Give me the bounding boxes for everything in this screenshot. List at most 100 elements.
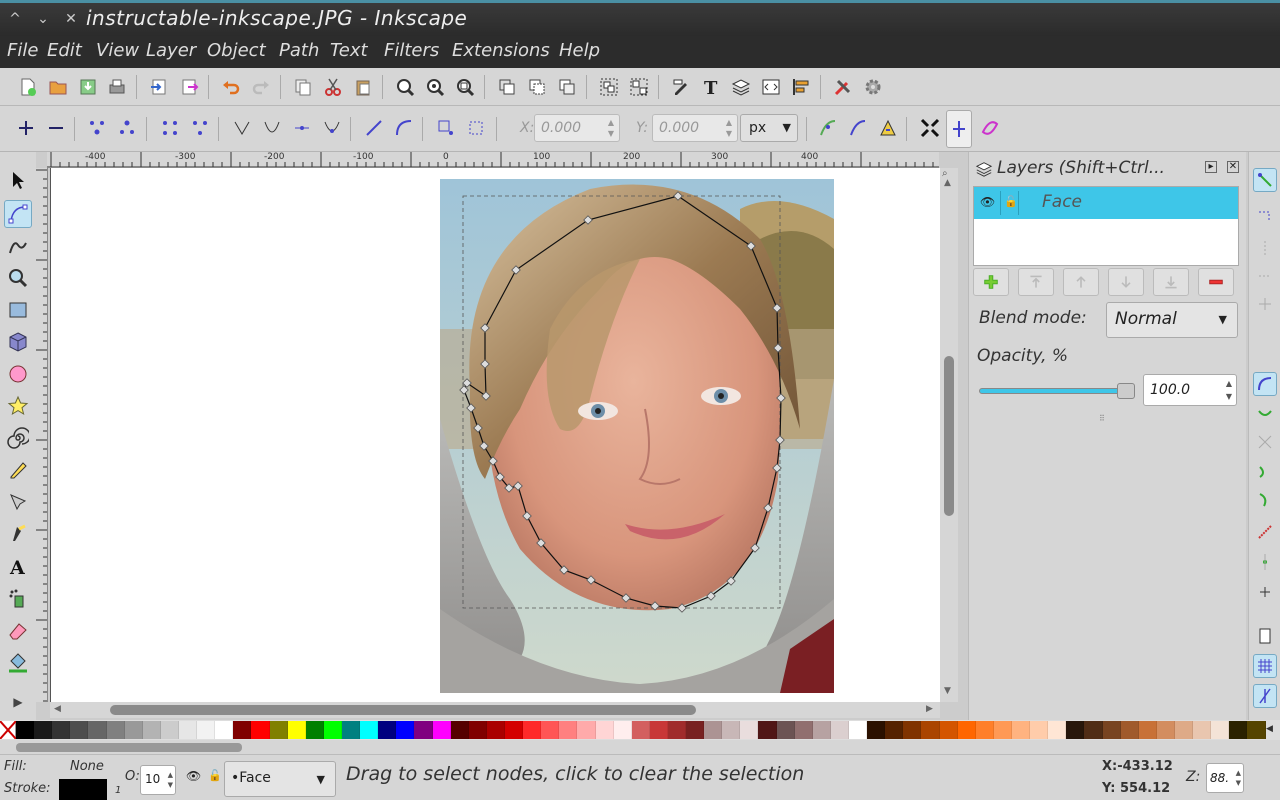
color-swatch[interactable]	[251, 721, 270, 739]
join-segment-icon[interactable]	[158, 116, 182, 140]
palette-menu-icon[interactable]: ◀	[1266, 720, 1280, 740]
spray-tool-icon[interactable]	[4, 584, 32, 612]
symmetric-node-icon[interactable]	[290, 116, 314, 140]
menu-extensions[interactable]: Extensions	[452, 40, 550, 61]
xml-editor-icon[interactable]	[759, 75, 783, 99]
spin-arrows-icon[interactable]: ▲ ▼	[1236, 768, 1241, 788]
color-swatch[interactable]	[649, 721, 668, 739]
rectangle-tool-icon[interactable]	[4, 296, 32, 324]
lower-layer-button[interactable]	[1108, 268, 1144, 296]
color-swatch[interactable]	[450, 721, 469, 739]
zoom-selection-icon[interactable]	[393, 75, 417, 99]
snap-bbox-corners-icon[interactable]	[1253, 264, 1277, 288]
layer-to-bottom-button[interactable]	[1153, 268, 1189, 296]
pencil-tool-icon[interactable]	[4, 456, 32, 484]
window-menu-button[interactable]: ^	[6, 10, 24, 28]
snap-rotation-center-icon[interactable]	[1253, 580, 1277, 604]
spin-arrows-icon[interactable]: ▲ ▼	[605, 117, 617, 139]
zoom-drawing-icon[interactable]	[423, 75, 447, 99]
minimize-button[interactable]: ⌄	[34, 10, 52, 28]
color-swatch[interactable]	[468, 721, 487, 739]
y-coordinate-field[interactable]: 0.000 ▲ ▼	[652, 114, 738, 142]
show-outline-icon[interactable]	[846, 116, 870, 140]
color-swatch[interactable]	[287, 721, 306, 739]
color-swatch[interactable]	[486, 721, 505, 739]
color-swatch[interactable]	[812, 721, 831, 739]
scroll-left-arrow-icon[interactable]: ◀	[54, 704, 61, 714]
vertical-scrollbar[interactable]: ⌕ ▲ ▼	[940, 168, 958, 702]
zoom-input[interactable]: 88. ▲ ▼	[1206, 763, 1244, 793]
snap-bbox-midpoints-icon[interactable]	[1253, 292, 1277, 316]
insert-node-icon[interactable]	[14, 116, 38, 140]
export-icon[interactable]	[177, 75, 201, 99]
delete-layer-button[interactable]	[1198, 268, 1234, 296]
layer-visibility-eye-icon[interactable]: 👁	[186, 769, 201, 783]
gear-icon[interactable]	[861, 75, 885, 99]
text-tool-icon[interactable]: A	[4, 552, 32, 580]
paste-icon[interactable]	[351, 75, 375, 99]
color-swatch[interactable]	[197, 721, 216, 739]
star-tool-icon[interactable]	[4, 392, 32, 420]
color-swatch[interactable]	[1030, 721, 1049, 739]
smooth-node-icon[interactable]	[260, 116, 284, 140]
color-swatch[interactable]	[504, 721, 524, 739]
zoom-tool-icon[interactable]	[4, 264, 32, 292]
color-swatch[interactable]	[903, 721, 922, 739]
layers-icon[interactable]	[729, 75, 753, 99]
object-opacity-input[interactable]: 10 ▲ ▼	[140, 765, 176, 795]
color-swatch[interactable]	[1084, 721, 1103, 739]
spin-arrows-icon[interactable]: ▲ ▼	[723, 117, 735, 139]
menu-help[interactable]: Help	[559, 40, 600, 61]
edit-clip-mask-icon[interactable]	[876, 116, 900, 140]
color-swatch[interactable]	[341, 721, 361, 739]
color-swatch[interactable]	[16, 721, 35, 739]
menu-edit[interactable]: Edit	[47, 40, 82, 61]
join-nodes-icon[interactable]	[85, 116, 109, 140]
import-icon[interactable]	[147, 75, 171, 99]
raise-layer-button[interactable]	[1063, 268, 1099, 296]
color-swatch[interactable]	[523, 721, 542, 739]
color-swatch[interactable]	[1102, 721, 1121, 739]
dock-close-icon[interactable]: ✕	[1227, 161, 1239, 173]
dock-iconify-icon[interactable]: ▸	[1205, 161, 1217, 173]
color-swatch[interactable]	[758, 721, 777, 739]
redo-icon[interactable]	[249, 75, 273, 99]
close-window-button[interactable]: ✕	[62, 10, 80, 28]
fill-value[interactable]: None	[70, 759, 104, 774]
horizontal-scroll-thumb[interactable]	[110, 705, 696, 715]
align-distribute-icon[interactable]	[789, 75, 813, 99]
menu-path[interactable]: Path	[279, 40, 319, 61]
color-swatch[interactable]	[305, 721, 324, 739]
color-swatch[interactable]	[124, 721, 143, 739]
color-swatch[interactable]	[106, 721, 125, 739]
menu-object[interactable]: Object	[207, 40, 266, 61]
opacity-slider-handle[interactable]	[1117, 383, 1135, 399]
stroke-swatch[interactable]	[59, 779, 107, 800]
pen-tool-icon[interactable]	[4, 488, 32, 516]
color-swatch[interactable]	[867, 721, 886, 739]
ungroup-icon[interactable]	[627, 75, 651, 99]
color-swatch[interactable]	[849, 721, 868, 739]
snap-centers-icon[interactable]	[1253, 550, 1277, 574]
color-swatch[interactable]	[1066, 721, 1085, 739]
palette-scrollbar[interactable]	[0, 740, 1280, 754]
color-swatch[interactable]	[939, 721, 958, 739]
snap-cusp-nodes-icon[interactable]	[1253, 460, 1277, 484]
transform-handles-icon[interactable]	[918, 116, 942, 140]
color-swatch[interactable]	[1193, 721, 1212, 739]
delete-node-icon[interactable]	[44, 116, 68, 140]
duplicate-icon[interactable]	[495, 75, 519, 99]
object-to-path-icon[interactable]	[434, 116, 458, 140]
fill-stroke-icon[interactable]	[669, 75, 693, 99]
ellipse-tool-icon[interactable]	[4, 360, 32, 388]
color-swatch[interactable]	[70, 721, 89, 739]
open-document-icon[interactable]	[46, 75, 70, 99]
new-document-icon[interactable]	[16, 75, 40, 99]
color-swatch[interactable]	[577, 721, 596, 739]
layer-name[interactable]: Face	[1042, 192, 1082, 212]
menu-file[interactable]: File	[7, 40, 38, 61]
color-swatch[interactable]	[921, 721, 940, 739]
select-tool-icon[interactable]	[4, 166, 32, 194]
paint-bucket-tool-icon[interactable]	[4, 648, 32, 676]
3d-box-tool-icon[interactable]	[4, 328, 32, 356]
